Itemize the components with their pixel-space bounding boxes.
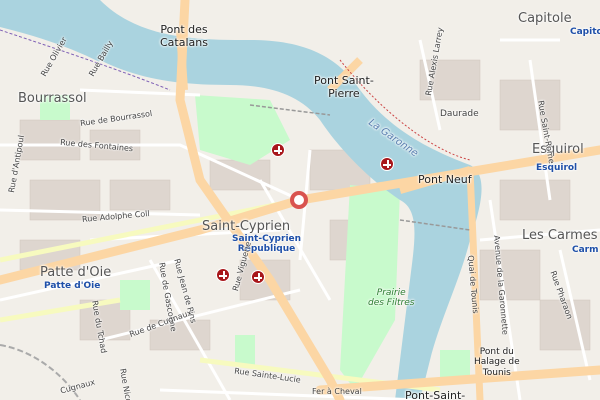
- bridge-label-pont-neuf: Pont Neuf: [418, 173, 472, 186]
- district-label-bourrassol: Bourrassol: [18, 91, 87, 106]
- bridge-label-pont-saint: Pont-Saint-: [405, 389, 466, 400]
- metro-label-capitole: Capito: [570, 27, 600, 37]
- poi-cross-icon[interactable]: [271, 143, 285, 157]
- metro-label-patte-doie: Patte d'Oie: [44, 281, 101, 291]
- metro-label-carmes: Carm: [572, 245, 599, 255]
- district-label-patte-doie: Patte d'Oie: [40, 265, 112, 280]
- location-pin-icon[interactable]: [290, 191, 308, 209]
- district-label-esquirol: Esquirol: [532, 142, 584, 157]
- park-label-prairie-des-filtres: Prairie des Filtres: [368, 288, 415, 309]
- district-label-capitole: Capitole: [518, 11, 572, 26]
- district-label-les-carmes: Les Carmes: [522, 228, 598, 243]
- district-label-daurade: Daurade: [440, 109, 479, 119]
- poi-cross-icon[interactable]: [216, 268, 230, 282]
- metro-label-esquirol: Esquirol: [536, 163, 578, 173]
- bridge-label-pont-saint-pierre: Pont Saint- Pierre: [314, 74, 374, 100]
- street-label-fer-a-cheval: Fer à Cheval: [312, 387, 362, 396]
- poi-cross-icon[interactable]: [251, 270, 265, 284]
- map-canvas[interactable]: Bourrassol Capitole Capito Saint-Cyprien…: [0, 0, 600, 400]
- district-label-saint-cyprien: Saint-Cyprien: [202, 219, 291, 234]
- bridge-label-pont-du-halage: Pont du Halage de Tounis: [474, 347, 520, 378]
- bridge-label-pont-des-catalans: Pont des Catalans: [160, 23, 208, 49]
- poi-cross-icon[interactable]: [380, 157, 394, 171]
